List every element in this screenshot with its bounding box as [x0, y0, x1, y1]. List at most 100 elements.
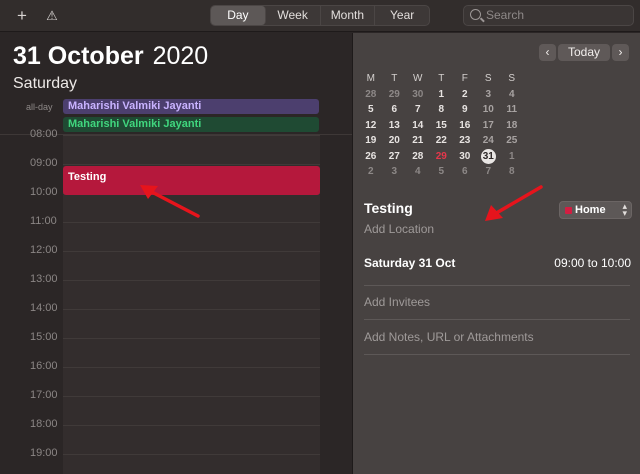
view-day-button[interactable]: Day [211, 6, 266, 25]
alert-icon[interactable]: ⚠ [42, 6, 62, 26]
hour-label: 16:00 [30, 360, 58, 372]
view-week-button[interactable]: Week [266, 6, 321, 25]
mini-calendar-week: 5 6 7 8 9 10 11 [359, 102, 524, 118]
mini-calendar-day[interactable]: 23 [453, 133, 477, 149]
weekday-header: M [366, 73, 375, 84]
mini-calendar-day-selected[interactable]: 31 [477, 148, 501, 165]
hour-label: 17:00 [30, 389, 58, 401]
mini-calendar-day[interactable]: 4 [406, 164, 430, 180]
weekday-header: S [484, 73, 492, 84]
mini-calendar-weekdays: M T W T F S S [359, 71, 524, 87]
weekday-header: F [461, 73, 468, 84]
mini-calendar-week: 12 13 14 15 16 17 18 [359, 118, 524, 134]
calendar-selector[interactable]: Home ▴ ▾ [559, 201, 632, 219]
hour-label: 14:00 [30, 302, 58, 314]
mini-calendar-day[interactable]: 7 [477, 164, 501, 180]
add-notes-field[interactable]: Add Notes, URL or Attachments [364, 330, 534, 344]
event-date[interactable]: Saturday 31 Oct [364, 256, 455, 270]
mini-calendar-day[interactable]: 14 [406, 118, 430, 134]
mini-calendar-day[interactable]: 15 [430, 118, 454, 134]
hour-label: 15:00 [30, 331, 58, 343]
hour-label: 08:00 [30, 128, 58, 140]
previous-month-button[interactable]: ‹ [539, 44, 556, 61]
weekday-label: Saturday [13, 75, 78, 92]
hour-row: 19:00 [0, 447, 352, 474]
divider [364, 319, 630, 320]
mini-calendar: M T W T F S S 28 29 30 1 2 3 4 5 6 7 8 9… [359, 71, 524, 180]
mini-calendar-day[interactable]: 4 [500, 87, 524, 103]
event-inspector: ‹ Today › M T W T F S S 28 29 30 1 2 3 4… [352, 33, 640, 474]
view-month-button[interactable]: Month [321, 6, 376, 25]
divider [364, 285, 630, 286]
divider [364, 354, 630, 355]
today-button[interactable]: Today [558, 44, 610, 61]
mini-calendar-day[interactable]: 12 [359, 118, 383, 134]
mini-calendar-day[interactable]: 1 [430, 87, 454, 103]
calendar-name: Home [575, 204, 606, 216]
next-month-button[interactable]: › [612, 44, 629, 61]
day-view: 31 October 2020 Saturday all-day Maharis… [0, 33, 352, 474]
mini-calendar-day[interactable]: 8 [430, 102, 454, 118]
mini-calendar-day[interactable]: 11 [500, 102, 524, 118]
weekday-header: W [413, 73, 423, 84]
event-block-testing[interactable]: Testing [63, 166, 320, 195]
mini-calendar-day[interactable]: 9 [453, 102, 477, 118]
all-day-event[interactable]: Maharishi Valmiki Jayanti [63, 99, 319, 114]
mini-calendar-day[interactable]: 8 [500, 164, 524, 180]
add-invitees-field[interactable]: Add Invitees [364, 295, 430, 309]
mini-calendar-day[interactable]: 25 [500, 133, 524, 149]
all-day-label: all-day [26, 102, 53, 112]
selected-day-number: 31 [480, 148, 496, 164]
mini-calendar-day[interactable]: 2 [359, 164, 383, 180]
mini-calendar-day[interactable]: 21 [406, 133, 430, 149]
add-icon[interactable]: + [12, 6, 32, 26]
event-time-range[interactable]: 09:00 to 10:00 [554, 256, 631, 270]
mini-calendar-day[interactable]: 30 [453, 149, 477, 165]
mini-calendar-day[interactable]: 13 [383, 118, 407, 134]
hour-label: 10:00 [30, 186, 58, 198]
event-title-field[interactable]: Testing [364, 200, 413, 216]
mini-calendar-day[interactable]: 18 [500, 118, 524, 134]
hour-label: 19:00 [30, 447, 58, 459]
mini-calendar-day[interactable]: 6 [453, 164, 477, 180]
mini-calendar-day[interactable]: 2 [453, 87, 477, 103]
mini-calendar-day[interactable]: 17 [477, 118, 501, 134]
hour-label: 18:00 [30, 418, 58, 430]
event-title: Testing [68, 171, 107, 183]
hour-label: 09:00 [30, 157, 58, 169]
mini-calendar-day[interactable]: 20 [383, 133, 407, 149]
mini-calendar-day[interactable]: 7 [406, 102, 430, 118]
mini-calendar-day[interactable]: 3 [477, 87, 501, 103]
weekday-header: S [508, 73, 516, 84]
add-location-field[interactable]: Add Location [364, 222, 434, 236]
view-year-button[interactable]: Year [375, 6, 429, 25]
mini-calendar-day[interactable]: 28 [359, 87, 383, 103]
mini-calendar-day[interactable]: 5 [359, 102, 383, 118]
mini-calendar-day[interactable]: 26 [359, 149, 383, 165]
search-input[interactable]: Search [463, 5, 634, 26]
calendar-color-swatch [565, 207, 572, 214]
mini-calendar-day[interactable]: 29 [383, 87, 407, 103]
mini-calendar-day[interactable]: 5 [430, 164, 454, 180]
mini-calendar-day[interactable]: 19 [359, 133, 383, 149]
hour-label: 12:00 [30, 244, 58, 256]
toolbar: + ⚠ Day Week Month Year Search [0, 0, 640, 32]
weekday-header: T [438, 73, 445, 84]
mini-calendar-day[interactable]: 28 [406, 149, 430, 165]
mini-calendar-week: 28 29 30 1 2 3 4 [359, 87, 524, 103]
all-day-event[interactable]: Maharishi Valmiki Jayanti [63, 117, 319, 132]
mini-calendar-day[interactable]: 24 [477, 133, 501, 149]
chevron-updown-icon: ▴ ▾ [622, 201, 627, 218]
page-title: 31 October 2020 [13, 41, 208, 71]
mini-calendar-day[interactable]: 27 [383, 149, 407, 165]
mini-calendar-day-today[interactable]: 29 [430, 149, 454, 165]
mini-calendar-day[interactable]: 1 [500, 149, 524, 165]
mini-calendar-day[interactable]: 16 [453, 118, 477, 134]
mini-calendar-day[interactable]: 3 [383, 164, 407, 180]
date-title-bold: 31 October [13, 42, 144, 70]
mini-calendar-day[interactable]: 22 [430, 133, 454, 149]
mini-calendar-day[interactable]: 10 [477, 102, 501, 118]
mini-calendar-day[interactable]: 30 [406, 87, 430, 103]
hour-label: 13:00 [30, 273, 58, 285]
mini-calendar-day[interactable]: 6 [383, 102, 407, 118]
